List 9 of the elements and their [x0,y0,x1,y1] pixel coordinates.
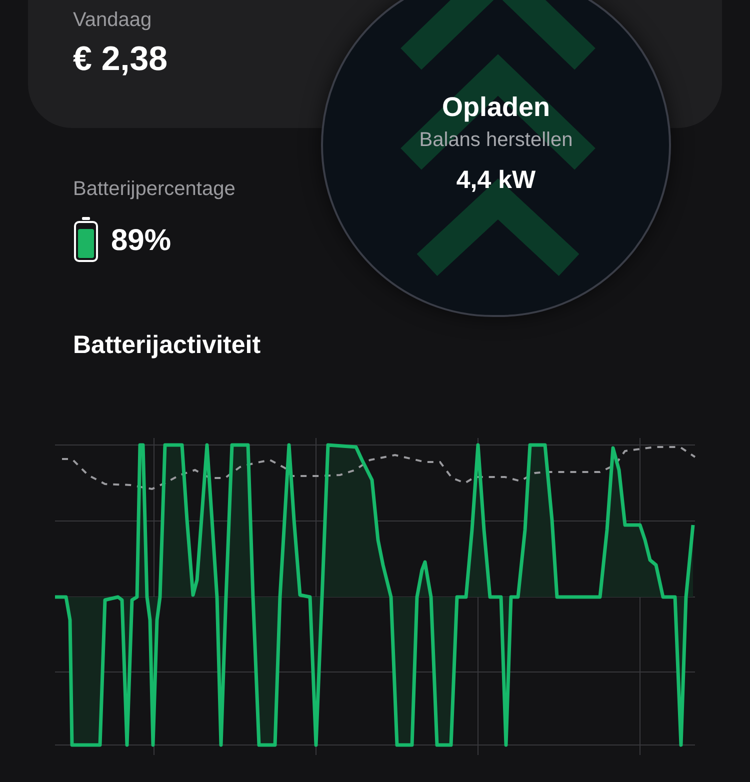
battery-icon [73,217,99,263]
battery-percentage: 89% [111,222,172,258]
status-power: 4,4 kW [456,165,536,196]
today-amount: € 2,38 [73,39,169,80]
status-title: Opladen [442,91,550,124]
status-subtitle: Balans herstellen [419,128,573,153]
battery-label: Batterijpercentage [73,177,236,202]
today-label: Vandaag [73,8,153,33]
activity-title: Batterijactiviteit [73,331,261,359]
